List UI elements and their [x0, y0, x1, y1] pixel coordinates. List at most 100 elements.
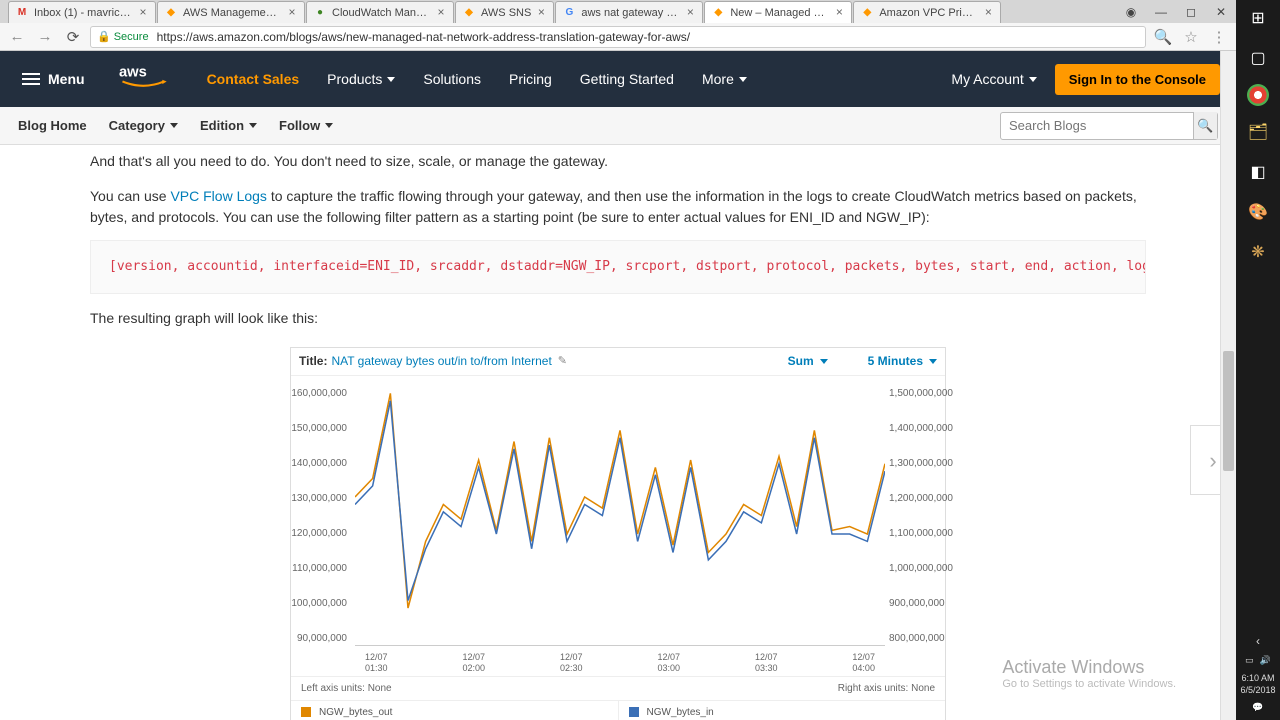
maximize-button[interactable]: ◻ [1176, 2, 1206, 22]
system-tray[interactable]: ‹ ▭ 🔊 6:10 AM 6/5/2018 💬 [1240, 634, 1275, 714]
secure-indicator: 🔒 Secure [97, 30, 149, 43]
nav-pricing[interactable]: Pricing [509, 71, 552, 87]
category-dropdown[interactable]: Category [109, 118, 178, 133]
tab-title: AWS SNS [481, 7, 531, 19]
search-input[interactable] [1001, 118, 1193, 133]
tab-title: AWS Management Con [183, 7, 282, 19]
clock-date[interactable]: 6/5/2018 [1240, 685, 1275, 697]
legend-item-out[interactable]: NGW_bytes_out [291, 700, 619, 720]
secure-label: Secure [114, 31, 149, 43]
edition-label: Edition [200, 118, 244, 133]
app-icon[interactable]: ◧ [1244, 158, 1272, 186]
blog-home-link[interactable]: Blog Home [18, 118, 87, 133]
volume-icon[interactable]: 🔊 [1260, 655, 1271, 667]
search-button[interactable]: 🔍 [1193, 112, 1217, 139]
activate-windows-watermark: Activate Windows Go to Settings to activ… [1002, 657, 1176, 690]
task-view-icon[interactable]: ▢ [1244, 44, 1272, 72]
tab-favicon-icon: ◆ [711, 6, 725, 20]
follow-dropdown[interactable]: Follow [279, 118, 333, 133]
tab-close-icon[interactable]: × [435, 7, 447, 19]
follow-label: Follow [279, 118, 320, 133]
address-bar[interactable]: 🔒 Secure https://aws.amazon.com/blogs/aw… [90, 26, 1146, 48]
hamburger-icon [22, 73, 40, 85]
my-account-dropdown[interactable]: My Account [951, 71, 1036, 87]
statistic-selector[interactable]: Sum [788, 352, 828, 370]
tab-close-icon[interactable]: × [684, 7, 696, 19]
period-selector[interactable]: 5 Minutes [868, 352, 937, 370]
svg-text:aws: aws [119, 64, 147, 80]
x-tick: 12/0704:00 [852, 652, 875, 674]
edition-dropdown[interactable]: Edition [200, 118, 257, 133]
paragraph: And that's all you need to do. You don't… [90, 151, 1146, 172]
forward-button[interactable]: → [34, 26, 56, 48]
vpc-flow-logs-link[interactable]: VPC Flow Logs [170, 188, 266, 204]
browser-tab[interactable]: M Inbox (1) - mavrick202 × [8, 1, 156, 23]
browser-tabs-bar: M Inbox (1) - mavrick202 × ◆ AWS Management … [0, 0, 1236, 23]
user-icon[interactable]: ◉ [1116, 2, 1146, 22]
y-tick: 110,000,000 [291, 561, 347, 576]
edit-icon[interactable]: ✎ [558, 353, 567, 370]
nav-contact-sales[interactable]: Contact Sales [207, 71, 300, 87]
chrome-taskbar-icon[interactable] [1247, 84, 1269, 106]
nav-getting-started[interactable]: Getting Started [580, 71, 674, 87]
aws-logo[interactable]: aws [119, 62, 171, 97]
minimize-button[interactable]: — [1146, 2, 1176, 22]
menu-label: Menu [48, 71, 85, 87]
x-tick: 12/0703:00 [657, 652, 680, 674]
browser-tab[interactable]: ◆Amazon VPC Pricing× [853, 1, 1001, 23]
close-window-button[interactable]: ✕ [1206, 2, 1236, 22]
window-controls: ◉ — ◻ ✕ [1116, 0, 1236, 23]
tab-favicon-icon: M [15, 6, 29, 20]
stat-label: Sum [788, 352, 814, 370]
y-tick: 900,000,000 [889, 596, 945, 611]
browser-tab[interactable]: ◆AWS Management Con× [157, 1, 305, 23]
back-button[interactable]: ← [6, 26, 28, 48]
menu-dots-icon[interactable]: ⋮ [1208, 26, 1230, 48]
tab-close-icon[interactable]: × [286, 7, 298, 19]
network-icon[interactable]: ▭ [1245, 655, 1254, 667]
activate-subtitle: Go to Settings to activate Windows. [1002, 678, 1176, 690]
action-center-icon[interactable]: 💬 [1240, 702, 1275, 714]
browser-tab[interactable]: ●CloudWatch Managem× [306, 1, 454, 23]
y-tick: 1,100,000,000 [889, 526, 945, 541]
y-tick: 1,000,000,000 [889, 561, 945, 576]
scrollbar-thumb[interactable] [1223, 351, 1234, 471]
tab-close-icon[interactable]: × [137, 7, 149, 19]
nav-more[interactable]: More [702, 71, 747, 87]
tab-title: Inbox (1) - mavrick202 [34, 7, 133, 19]
sign-in-button[interactable]: Sign In to the Console [1055, 64, 1220, 95]
y-tick: 140,000,000 [291, 456, 347, 471]
browser-tab[interactable]: ◆New – Managed NAT (× [704, 1, 852, 23]
app-icon-2[interactable]: ❋ [1244, 238, 1272, 266]
page-scrollbar[interactable] [1220, 51, 1236, 720]
caret-down-icon [325, 123, 333, 128]
file-explorer-icon[interactable]: 🗂 [1244, 118, 1272, 146]
nav-products[interactable]: Products [327, 71, 395, 87]
reload-button[interactable]: ⟳ [62, 26, 84, 48]
nav-more-label: More [702, 71, 734, 87]
tab-favicon-icon: ◆ [462, 6, 476, 20]
caret-down-icon [929, 359, 937, 364]
legend-swatch-icon [629, 707, 639, 717]
browser-tab[interactable]: ◆ AWS SNS × [455, 1, 554, 23]
tab-close-icon[interactable]: × [833, 7, 845, 19]
nav-solutions[interactable]: Solutions [423, 71, 481, 87]
menu-button[interactable]: Menu [16, 65, 91, 93]
start-button[interactable]: ⊞ [1244, 4, 1272, 32]
paint-icon[interactable]: 🎨 [1244, 198, 1272, 226]
x-tick: 12/0703:30 [755, 652, 778, 674]
zoom-icon[interactable]: 🔍 [1152, 26, 1174, 48]
y-tick: 800,000,000 [889, 631, 945, 646]
caret-down-icon [387, 77, 395, 82]
tab-close-icon[interactable]: × [982, 7, 994, 19]
chart-title[interactable]: NAT gateway bytes out/in to/from Interne… [331, 352, 551, 370]
tab-close-icon[interactable]: × [535, 7, 547, 19]
blog-subheader: Blog Home Category Edition Follow 🔍 [0, 107, 1236, 145]
browser-tab[interactable]: Gaws nat gateway pricin× [555, 1, 703, 23]
caret-down-icon [170, 123, 178, 128]
legend-item-in[interactable]: NGW_bytes_in [619, 700, 946, 720]
chart-header: Title: NAT gateway bytes out/in to/from … [291, 348, 945, 376]
clock-time[interactable]: 6:10 AM [1240, 673, 1275, 685]
tray-expand-icon[interactable]: ‹ [1240, 634, 1275, 650]
bookmark-star-icon[interactable]: ☆ [1180, 26, 1202, 48]
